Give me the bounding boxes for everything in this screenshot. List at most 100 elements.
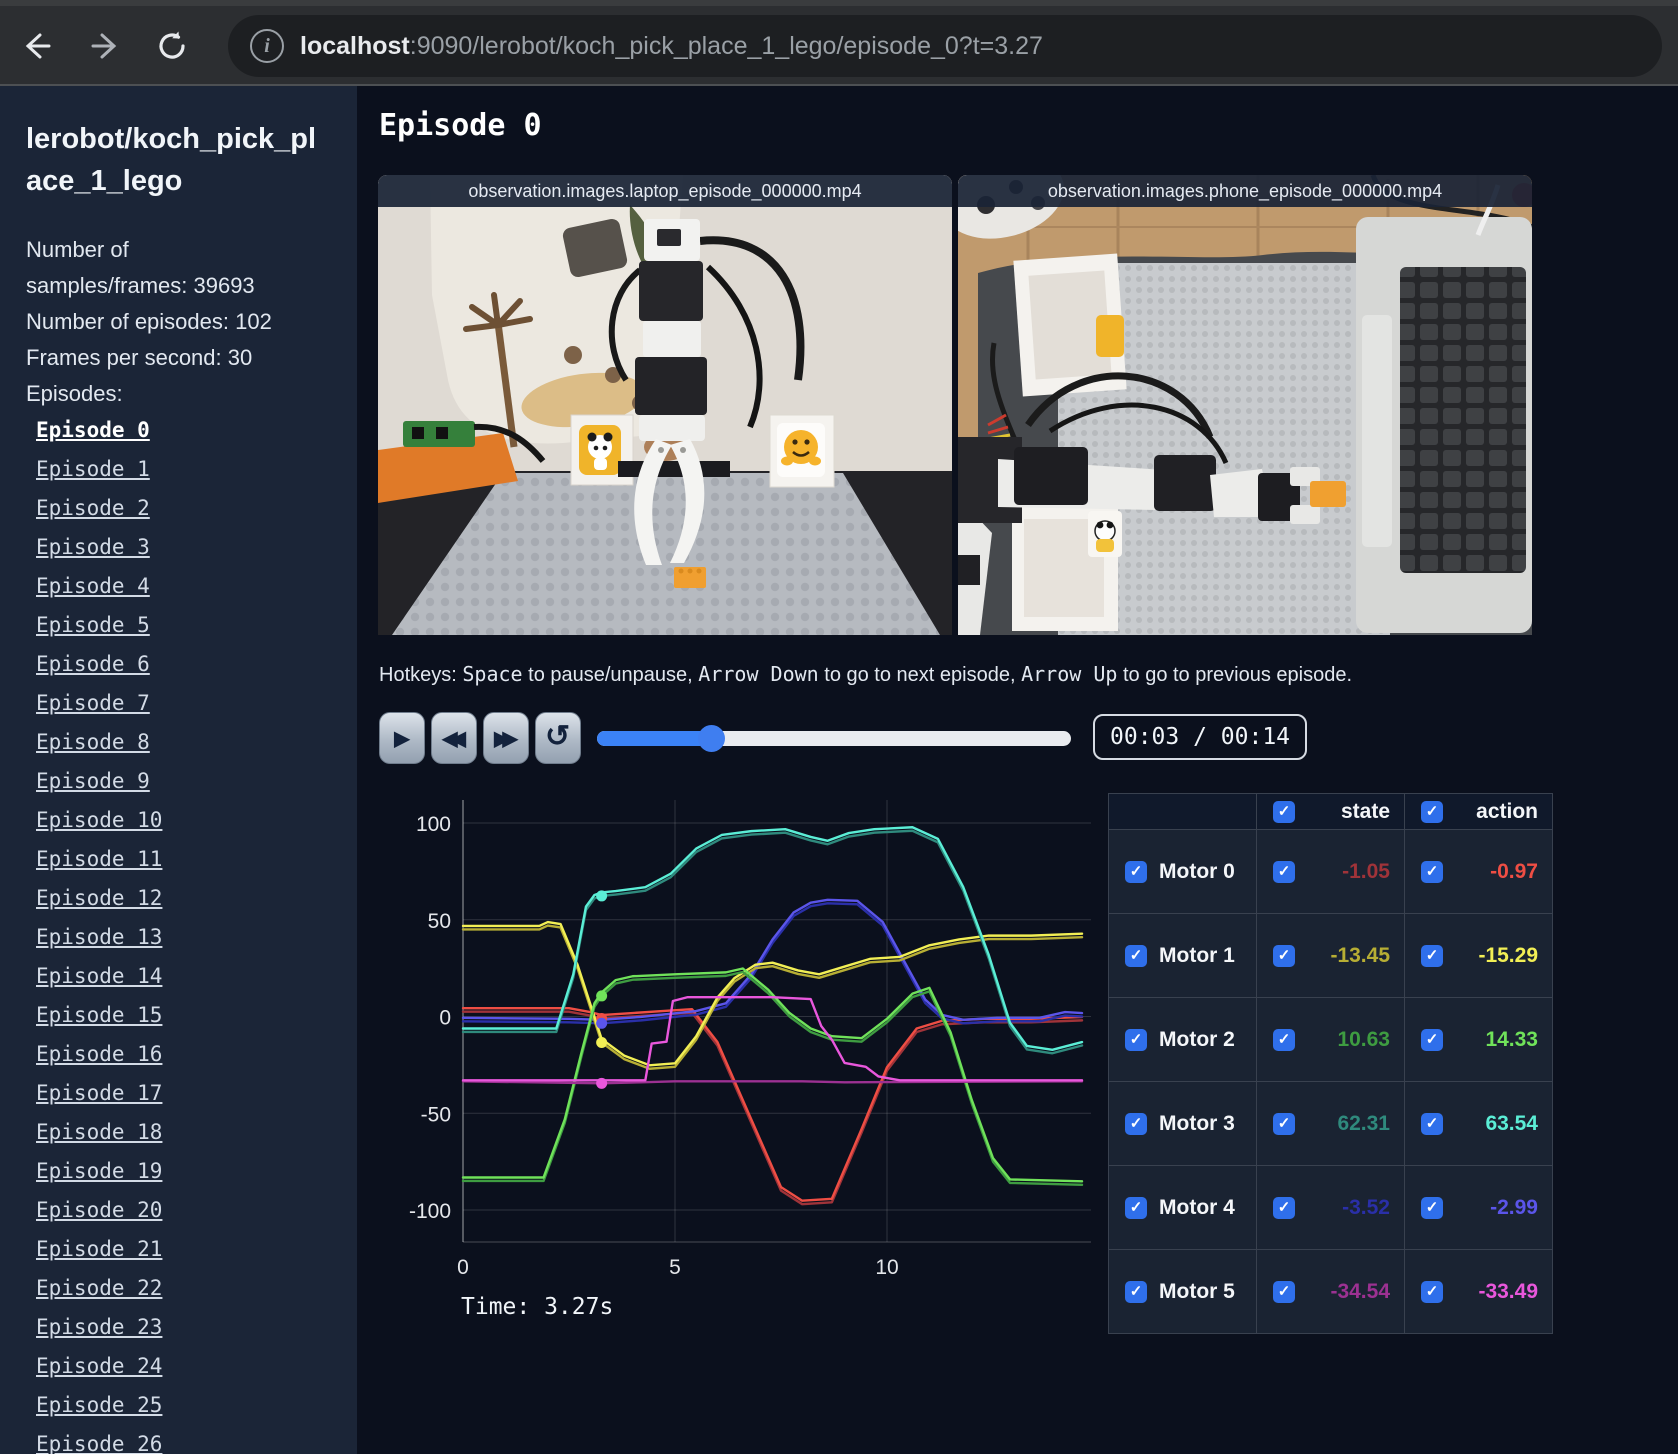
episode-link[interactable]: Episode 3 [36, 535, 150, 559]
state-checkbox[interactable]: ✓ [1273, 1196, 1295, 1219]
episode-link[interactable]: Episode 2 [36, 496, 150, 520]
episode-list-item: Episode 25 [36, 1387, 357, 1426]
action-value: 14.33 [1485, 1027, 1538, 1051]
address-bar[interactable]: i localhost:9090/lerobot/koch_pick_place… [228, 15, 1662, 77]
motor-label: Motor 1 [1159, 943, 1235, 967]
episode-link[interactable]: Episode 1 [36, 457, 150, 481]
episode-link[interactable]: Episode 23 [36, 1315, 162, 1339]
episode-link[interactable]: Episode 21 [36, 1237, 162, 1261]
episode-link[interactable]: Episode 18 [36, 1120, 162, 1144]
trackpad [1362, 315, 1392, 547]
progress-thumb[interactable] [697, 725, 725, 752]
rewind-button[interactable]: ◀◀ [431, 712, 477, 764]
motor-table: ✓ state ✓ action ✓ Motor 0 ✓ -1.05 ✓ -0.97 ✓ Motor … [1108, 793, 1553, 1334]
episode-list-item: Episode 3 [36, 529, 357, 568]
video-laptop-frame [378, 175, 952, 635]
episode-link[interactable]: Episode 11 [36, 847, 162, 871]
svg-text:0: 0 [439, 1007, 451, 1030]
motor-row: ✓ Motor 0 ✓ -1.05 ✓ -0.97 [1108, 829, 1553, 914]
action-value: -2.99 [1490, 1195, 1538, 1219]
hotkey-text: Hotkeys: [379, 664, 463, 686]
state-checkbox[interactable]: ✓ [1273, 944, 1295, 967]
action-value: -33.49 [1478, 1279, 1538, 1303]
action-column-checkbox[interactable]: ✓ [1421, 800, 1443, 823]
state-checkbox[interactable]: ✓ [1273, 1112, 1295, 1135]
episode-list-item: Episode 26 [36, 1426, 357, 1454]
dataset-info-line: Number of episodes: 102 [26, 309, 272, 334]
site-info-icon[interactable]: i [250, 29, 284, 63]
episode-link[interactable]: Episode 15 [36, 1003, 162, 1027]
motor-checkbox[interactable]: ✓ [1125, 1112, 1147, 1135]
hotkey-text: to go to next episode, [818, 664, 1022, 686]
episode-link[interactable]: Episode 5 [36, 613, 150, 637]
episode-link[interactable]: Episode 6 [36, 652, 150, 676]
motor-row: ✓ Motor 2 ✓ 10.63 ✓ 14.33 [1108, 997, 1553, 1082]
episode-link[interactable]: Episode 8 [36, 730, 150, 754]
episode-link[interactable]: Episode 4 [36, 574, 150, 598]
episode-list: Episode 0 Episode 1 Episode 2 Episode 3 Epis… [36, 412, 357, 1454]
motor-checkbox[interactable]: ✓ [1125, 860, 1147, 883]
episode-link[interactable]: Episode 10 [36, 808, 162, 832]
main-panel: Episode 0 observation.images.laptop_epis… [357, 86, 1678, 1454]
action-value: -15.29 [1478, 943, 1538, 967]
progress-slider[interactable] [597, 725, 1071, 752]
video-phone[interactable]: observation.images.phone_episode_000000.… [958, 175, 1532, 635]
hotkey-key: Arrow Down [698, 662, 819, 686]
play-button[interactable]: ▶ [379, 712, 425, 764]
episode-link[interactable]: Episode 17 [36, 1081, 162, 1105]
episode-list-item: Episode 9 [36, 763, 357, 802]
action-checkbox[interactable]: ✓ [1421, 860, 1443, 883]
episode-list-item: Episode 19 [36, 1153, 357, 1192]
dataset-info-line: Episodes: [26, 381, 123, 406]
fast-forward-button[interactable]: ▶▶ [483, 712, 529, 764]
state-column-checkbox[interactable]: ✓ [1273, 800, 1295, 823]
episode-link[interactable]: Episode 20 [36, 1198, 162, 1222]
dataset-info-line: Frames per second: 30 [26, 345, 253, 370]
orange-brick-top [1310, 481, 1346, 507]
episode-link[interactable]: Episode 19 [36, 1159, 162, 1183]
state-checkbox[interactable]: ✓ [1273, 860, 1295, 883]
episode-link[interactable]: Episode 26 [36, 1432, 162, 1454]
motor-checkbox[interactable]: ✓ [1125, 1196, 1147, 1219]
browser-toolbar: i localhost:9090/lerobot/koch_pick_place… [0, 0, 1678, 86]
episode-link[interactable]: Episode 12 [36, 886, 162, 910]
action-checkbox[interactable]: ✓ [1421, 1196, 1443, 1219]
episode-list-item: Episode 10 [36, 802, 357, 841]
action-checkbox[interactable]: ✓ [1421, 1112, 1443, 1135]
state-checkbox[interactable]: ✓ [1273, 1028, 1295, 1051]
action-checkbox[interactable]: ✓ [1421, 944, 1443, 967]
episode-list-item: Episode 22 [36, 1270, 357, 1309]
forward-icon[interactable] [84, 24, 128, 68]
episode-list-item: Episode 18 [36, 1114, 357, 1153]
episode-link[interactable]: Episode 13 [36, 925, 162, 949]
reload-icon[interactable] [150, 24, 194, 68]
video-laptop[interactable]: observation.images.laptop_episode_000000… [378, 175, 952, 635]
episode-link[interactable]: Episode 0 [36, 418, 150, 442]
episode-list-item: Episode 7 [36, 685, 357, 724]
episode-list-item: Episode 12 [36, 880, 357, 919]
episode-link[interactable]: Episode 24 [36, 1354, 162, 1378]
action-value: 63.54 [1485, 1111, 1538, 1135]
episode-list-item: Episode 24 [36, 1348, 357, 1387]
back-icon[interactable] [14, 24, 58, 68]
action-header: action [1476, 799, 1538, 823]
episode-link[interactable]: Episode 22 [36, 1276, 162, 1300]
state-checkbox[interactable]: ✓ [1273, 1280, 1295, 1303]
motor-checkbox[interactable]: ✓ [1125, 1280, 1147, 1303]
episode-link[interactable]: Episode 14 [36, 964, 162, 988]
dataset-info-line: Number of samples/frames: 39693 [26, 237, 255, 298]
motor-checkbox[interactable]: ✓ [1125, 944, 1147, 967]
motor-label: Motor 0 [1159, 859, 1235, 883]
action-checkbox[interactable]: ✓ [1421, 1280, 1443, 1303]
motor-checkbox[interactable]: ✓ [1125, 1028, 1147, 1051]
action-value: -0.97 [1490, 859, 1538, 883]
motor-row: ✓ Motor 1 ✓ -13.45 ✓ -15.29 [1108, 913, 1553, 998]
episode-link[interactable]: Episode 9 [36, 769, 150, 793]
loop-button[interactable]: ↻ [535, 712, 581, 764]
episode-link[interactable]: Episode 25 [36, 1393, 162, 1417]
episode-link[interactable]: Episode 16 [36, 1042, 162, 1066]
svg-text:10: 10 [875, 1256, 898, 1279]
episode-link[interactable]: Episode 7 [36, 691, 150, 715]
action-checkbox[interactable]: ✓ [1421, 1028, 1443, 1051]
url-text: localhost:9090/lerobot/koch_pick_place_1… [300, 31, 1043, 60]
